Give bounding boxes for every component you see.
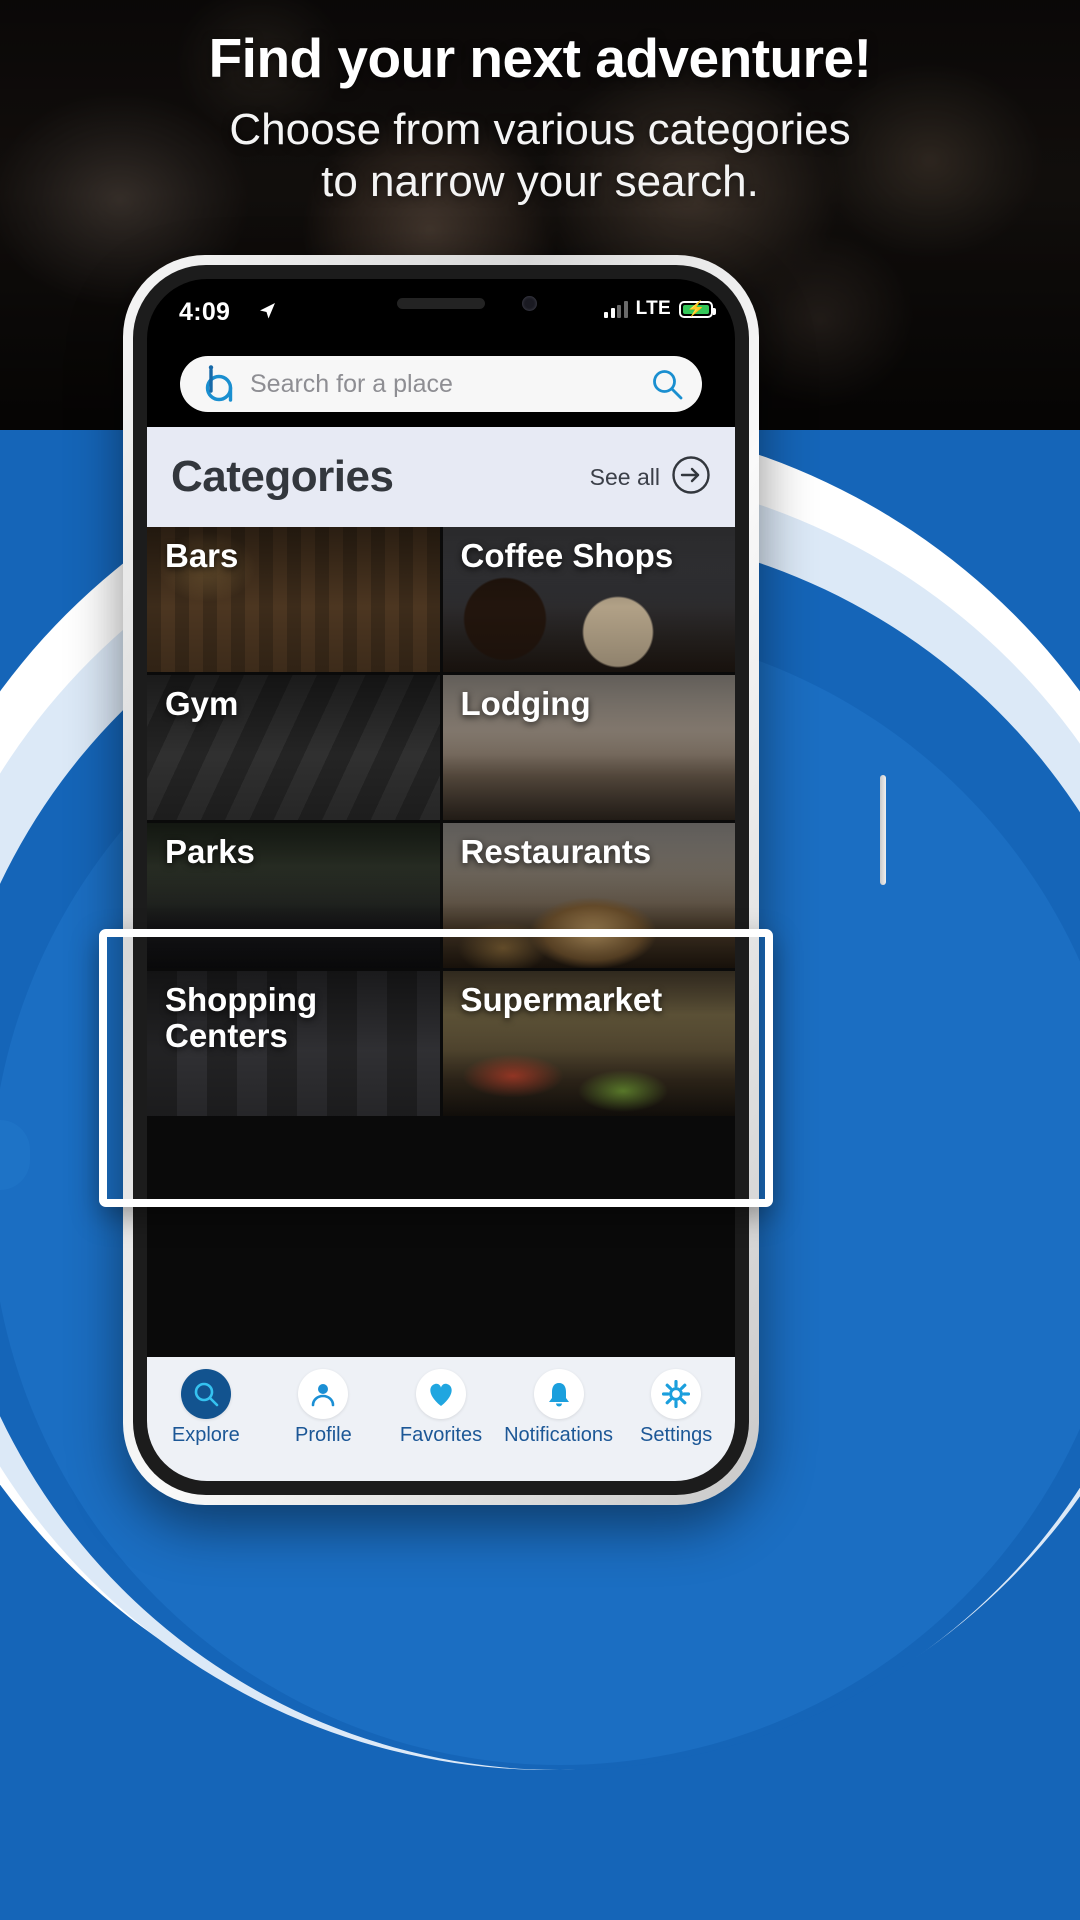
search-bar[interactable]: Search for a place [180,356,702,412]
category-tile-label: Lodging [460,685,591,722]
earpiece-speaker-icon [397,298,485,309]
bottom-tab-bar: Explore Profile Favorites Notifications Sett… [147,1357,735,1481]
person-icon[interactable] [298,1369,349,1419]
tab-profile[interactable]: Profile [265,1369,383,1447]
category-tile-label: Bars [165,537,239,574]
bell-icon[interactable] [533,1369,584,1419]
front-camera-icon [522,296,537,311]
see-all-button[interactable]: See all [590,455,711,500]
tab-label: Settings [640,1424,713,1446]
category-tile[interactable]: Supermarket [442,971,735,1116]
network-type-label: LTE [635,298,671,319]
heart-icon[interactable] [415,1369,466,1419]
tab-explore[interactable]: Explore [147,1369,265,1447]
promo-subheadline: Choose from various categories to narrow… [0,104,1080,208]
phone-mockup: 4:09 LTE ⚡ Search for a place Categories… [123,255,886,1505]
categories-grid: Bars Coffee Shops Gym Lodging Parks Restauran… [147,527,735,1357]
category-tile[interactable]: Gym [147,675,440,820]
status-bar-time: 4:09 [179,298,231,326]
search-icon[interactable] [650,367,684,401]
promo-headline-block: Find your next adventure! Choose from va… [0,0,1080,207]
promo-subheadline-line2: to narrow your search. [321,156,759,206]
promo-subheadline-line1: Choose from various categories [229,104,851,154]
category-tile-label: Supermarket [460,981,663,1018]
search-bar-container: Search for a place [147,341,735,427]
category-tile-label: Shopping Centers [165,981,318,1055]
search-input[interactable]: Search for a place [250,370,636,399]
category-tile-label: Gym [165,685,239,722]
category-tile[interactable]: Bars [147,527,440,672]
category-tile-label: Restaurants [460,833,652,870]
page-title: Categories [171,452,394,501]
phone-screen: 4:09 LTE ⚡ Search for a place Categories… [147,279,735,1481]
tab-label: Profile [295,1424,352,1446]
tab-favorites[interactable]: Favorites [382,1369,500,1447]
location-arrow-icon [260,303,275,319]
category-tile[interactable]: Shopping Centers [147,971,440,1116]
arrow-right-circle-icon [671,455,711,500]
tab-settings[interactable]: Settings [617,1369,735,1447]
categories-header: Categories See all [147,427,735,527]
app-logo-icon [198,365,236,403]
promo-headline: Find your next adventure! [208,27,872,89]
category-tile-label: Parks [165,833,255,870]
signal-bars-icon [604,300,628,318]
battery-charging-icon: ⚡ [679,300,716,318]
search-icon[interactable] [180,1369,231,1419]
category-tile[interactable]: Coffee Shops [442,527,735,672]
tab-label: Notifications [504,1424,614,1446]
tab-notifications[interactable]: Notifications [500,1369,618,1447]
category-tile[interactable]: Lodging [442,675,735,820]
see-all-label: See all [589,463,660,490]
category-tile[interactable]: Parks [147,823,440,968]
status-bar-indicators: LTE ⚡ [604,298,716,320]
phone-power-button [880,775,886,885]
phone-bezel: 4:09 LTE ⚡ Search for a place Categories… [133,265,749,1495]
category-tile[interactable]: Restaurants [442,823,735,968]
tab-label: Favorites [399,1424,483,1446]
tab-label: Explore [171,1424,240,1446]
gear-icon[interactable] [651,1369,702,1419]
phone-notch [315,279,567,337]
category-tile-label: Coffee Shops [460,537,674,574]
